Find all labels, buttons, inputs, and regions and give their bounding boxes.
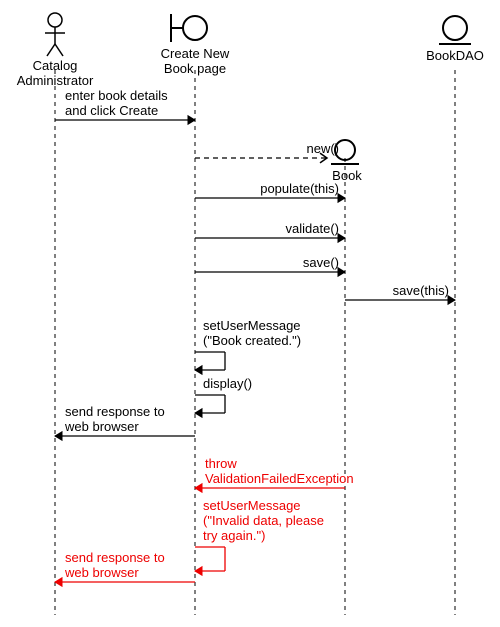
sequence-diagram: CatalogAdministrator Create NewBook page B…: [0, 0, 500, 627]
message-label: display(): [203, 376, 252, 391]
message-label: send response toweb browser: [64, 550, 165, 580]
message-label: setUserMessage("Invalid data, pleasetry …: [203, 498, 324, 543]
message-label: enter book detailsand click Create: [65, 88, 168, 118]
lifeline-label: Create NewBook page: [161, 46, 230, 76]
lifeline-label: CatalogAdministrator: [17, 58, 94, 88]
lifeline-label: BookDAO: [426, 48, 484, 63]
message-label: validate(): [286, 221, 339, 236]
lifeline-book: [331, 140, 359, 615]
message-label: send response toweb browser: [64, 404, 165, 434]
message-label: save(): [303, 255, 339, 270]
lifeline-actor: [45, 13, 65, 615]
message-m11: [195, 547, 225, 571]
message-label: new(): [306, 141, 339, 156]
message-label: save(this): [393, 283, 449, 298]
lifeline-page: [171, 14, 207, 615]
lifeline-dao: [439, 16, 471, 615]
message-label: populate(this): [260, 181, 339, 196]
message-label: throwValidationFailedException: [205, 456, 354, 486]
message-label: setUserMessage("Book created."): [203, 318, 301, 348]
